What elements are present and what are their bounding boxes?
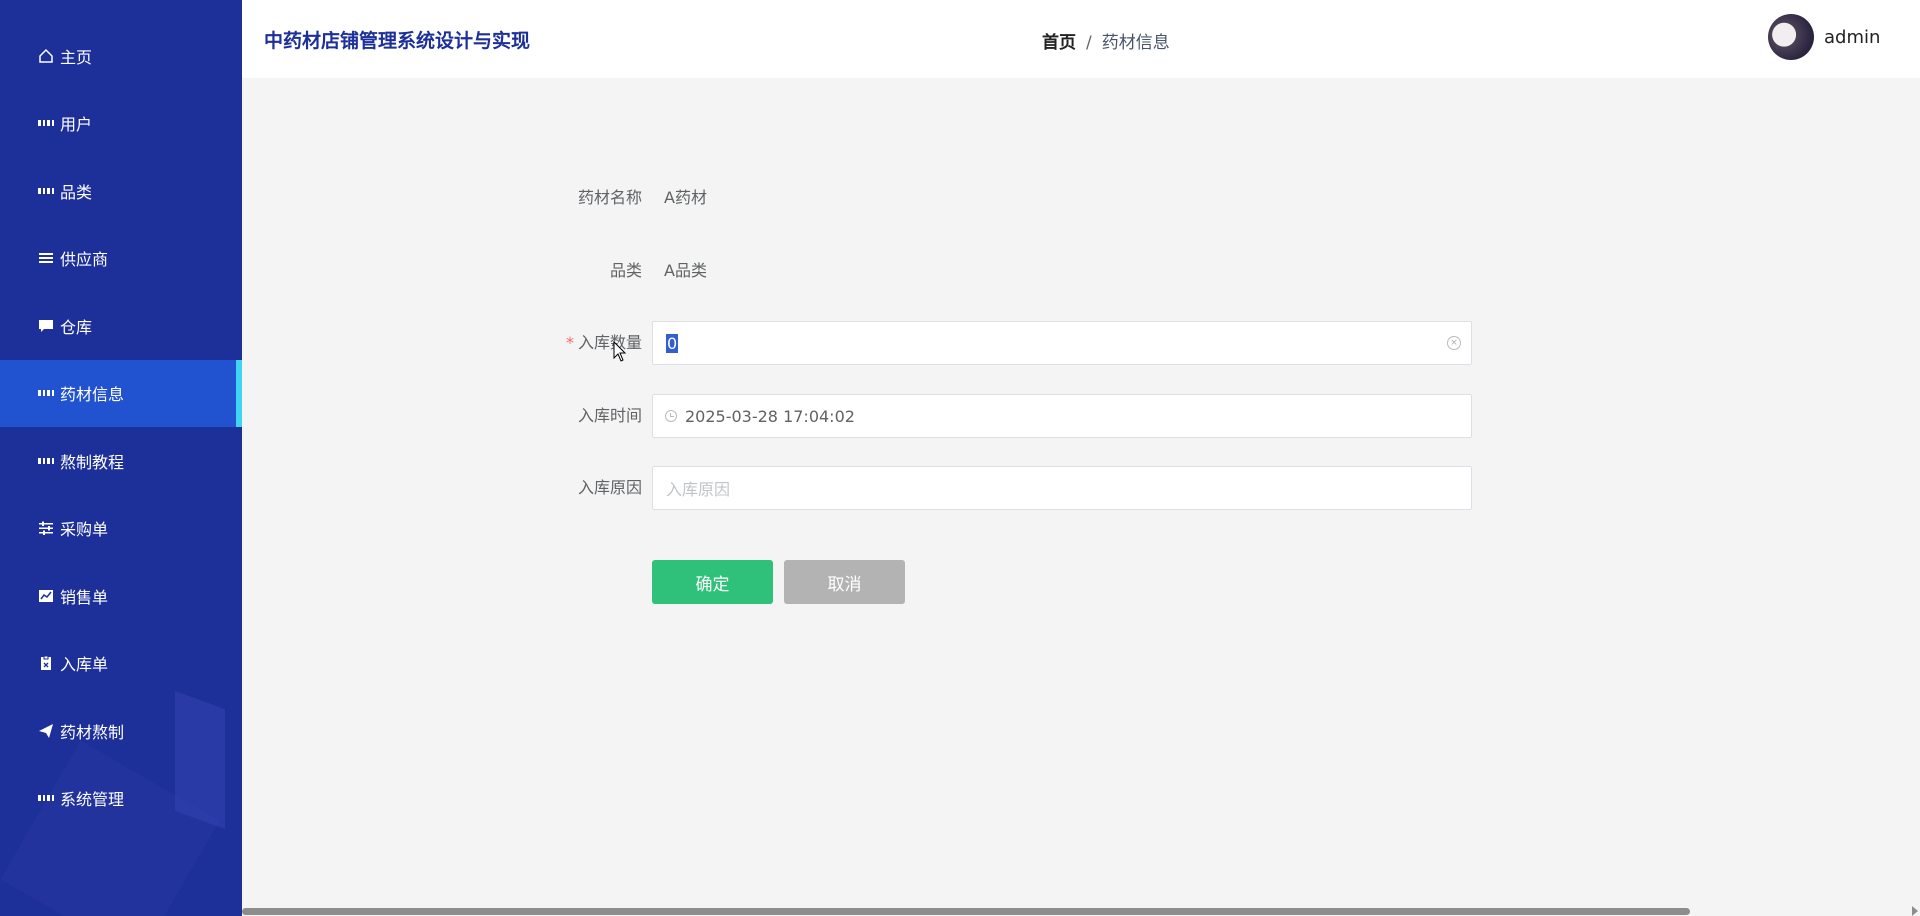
scroll-right-icon[interactable]: [1912, 906, 1918, 916]
reason-label: 入库原因: [577, 478, 642, 497]
horizontal-scrollbar[interactable]: [242, 906, 1920, 916]
required-mark: *: [565, 333, 574, 352]
clipboard-icon: [38, 655, 54, 671]
stock-in-time-picker[interactable]: 2025-03-28 17:04:02: [652, 394, 1472, 438]
time-label: 入库时间: [577, 406, 642, 425]
chart-icon: [38, 588, 54, 604]
name-label: 药材名称: [577, 188, 642, 207]
home-icon: [38, 48, 54, 64]
clock-icon: [665, 410, 677, 422]
quantity-value: 0: [666, 333, 679, 353]
form-row-name: 药材名称 A药材: [0, 176, 1920, 220]
cancel-button[interactable]: 取消: [784, 560, 905, 604]
breadcrumb-home[interactable]: 首页: [1042, 33, 1076, 53]
reason-placeholder: 入库原因: [666, 480, 731, 499]
sliders-icon: [38, 520, 54, 536]
sidebar-item-label: 系统管理: [60, 790, 125, 810]
quantity-label-text: 入库数量: [577, 333, 642, 352]
sidebar-item-users[interactable]: 用户: [0, 90, 242, 158]
sidebar-item-stock-in[interactable]: 入库单: [0, 630, 242, 698]
clear-icon[interactable]: ×: [1447, 336, 1461, 350]
form-row-quantity: * 入库数量 0 ×: [0, 321, 1920, 365]
sidebar-item-sales[interactable]: 销售单: [0, 562, 242, 630]
grid-icon: [38, 790, 54, 806]
breadcrumb-current: 药材信息: [1101, 33, 1170, 53]
sidebar-item-home[interactable]: 主页: [0, 22, 242, 90]
breadcrumb: 首页 / 药材信息: [1042, 28, 1170, 53]
category-value: A品类: [664, 261, 707, 280]
username[interactable]: admin: [1824, 27, 1880, 48]
scrollbar-thumb[interactable]: [242, 908, 1690, 915]
sidebar-item-decoction[interactable]: 药材熬制: [0, 697, 242, 765]
time-value: 2025-03-28 17:04:02: [685, 406, 855, 426]
top-header: 中药材店铺管理系统设计与实现 首页 / 药材信息 admin: [242, 0, 1920, 78]
form-row-time: 入库时间 2025-03-28 17:04:02: [0, 394, 1920, 438]
sidebar: 主页 用户 品类 供应商 仓库 药材信息 熬制教程 采购单 销售单 入库单 药材…: [0, 0, 242, 916]
reason-input[interactable]: 入库原因: [652, 466, 1472, 510]
form-row-reason: 入库原因 入库原因: [0, 466, 1920, 510]
app-title: 中药材店铺管理系统设计与实现: [264, 30, 531, 52]
mouse-cursor-icon: [613, 341, 627, 362]
quantity-label: * 入库数量: [566, 321, 642, 365]
send-icon: [38, 723, 54, 739]
form-row-category: 品类 A品类: [0, 249, 1920, 293]
name-value: A药材: [664, 188, 707, 207]
sidebar-item-label: 药材熬制: [60, 722, 125, 742]
sidebar-item-label: 销售单: [60, 587, 109, 607]
sidebar-item-label: 主页: [60, 47, 93, 67]
quantity-input[interactable]: 0 ×: [652, 321, 1472, 365]
category-label: 品类: [609, 261, 642, 280]
sidebar-item-system[interactable]: 系统管理: [0, 765, 242, 833]
confirm-button[interactable]: 确定: [652, 560, 773, 604]
grid-icon: [38, 115, 54, 131]
sidebar-item-label: 入库单: [60, 655, 109, 675]
sidebar-item-label: 采购单: [60, 520, 109, 540]
sidebar-item-label: 用户: [60, 115, 93, 135]
avatar[interactable]: [1768, 14, 1814, 60]
breadcrumb-separator: /: [1086, 33, 1092, 53]
